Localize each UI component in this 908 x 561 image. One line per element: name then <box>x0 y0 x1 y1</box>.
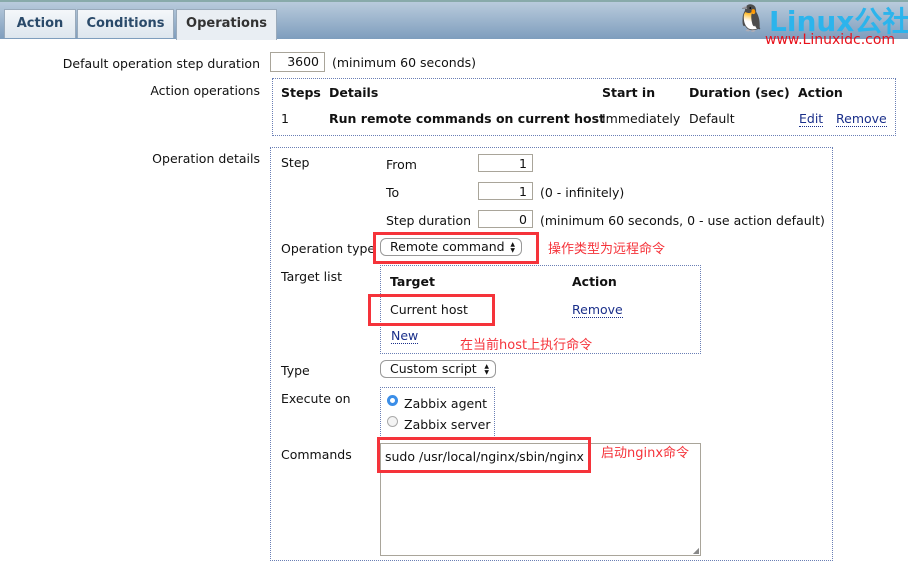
edit-link[interactable]: Edit <box>799 111 824 127</box>
default-step-label: Default operation step duration <box>62 56 260 71</box>
step-duration-input[interactable]: 0 <box>478 210 533 228</box>
to-hint: (0 - infinitely) <box>540 185 625 200</box>
highlight-box <box>368 294 495 326</box>
default-step-input[interactable]: 3600 <box>270 52 325 72</box>
row-duration: Default <box>689 111 735 126</box>
radio-zabbix-server[interactable] <box>387 416 398 427</box>
type-select[interactable]: Custom script ▲ ▼ <box>380 360 496 378</box>
col-details: Details <box>329 85 379 100</box>
step-duration-label: Step duration <box>386 213 472 228</box>
col-target: Target <box>390 274 435 289</box>
type-value: Custom script <box>390 361 477 376</box>
col-target-action: Action <box>572 274 617 289</box>
action-operations-table: Steps Details Start in Duration (sec) Ac… <box>272 78 896 136</box>
step-label: Step <box>281 155 310 170</box>
radio-zabbix-agent[interactable] <box>387 395 398 406</box>
zabbix-server-label: Zabbix server <box>404 417 491 432</box>
step-from-input[interactable]: 1 <box>478 154 533 172</box>
action-operations-label: Action operations <box>150 83 260 98</box>
logo: 🐧 Linux公社 www.Linuxidc.com <box>735 4 908 48</box>
execute-on-group: Zabbix agent Zabbix server <box>380 387 495 440</box>
tab-conditions[interactable]: Conditions <box>77 9 174 38</box>
remove-target-link[interactable]: Remove <box>572 302 623 318</box>
col-start-in: Start in <box>602 85 656 100</box>
tab-operations[interactable]: Operations <box>176 9 277 40</box>
zabbix-agent-label: Zabbix agent <box>404 396 488 411</box>
new-target-link[interactable]: New <box>391 328 419 344</box>
highlight-box <box>377 437 591 473</box>
commands-label: Commands <box>281 447 352 462</box>
col-duration: Duration (sec) <box>689 85 790 100</box>
from-label: From <box>386 157 417 172</box>
resize-handle-icon[interactable]: ◢ <box>693 546 699 555</box>
remove-link[interactable]: Remove <box>836 111 887 127</box>
col-action: Action <box>798 85 843 100</box>
operation-details-label: Operation details <box>152 151 260 166</box>
row-steps: 1 <box>281 111 289 126</box>
col-steps: Steps <box>281 85 321 100</box>
to-label: To <box>386 185 400 200</box>
default-step-hint: (minimum 60 seconds) <box>332 55 477 70</box>
annotation-op-type: 操作类型为远程命令 <box>548 242 666 257</box>
type-label: Type <box>281 363 310 378</box>
row-start-in: Immediately <box>602 111 681 126</box>
execute-on-label: Execute on <box>281 391 351 406</box>
tab-action[interactable]: Action <box>4 9 76 38</box>
penguin-icon: 🐧 <box>735 4 768 34</box>
operation-type-label: Operation type <box>281 241 376 256</box>
step-to-input[interactable]: 1 <box>478 182 533 200</box>
target-list-label: Target list <box>281 269 343 284</box>
annotation-commands: 启动nginx命令 <box>601 446 690 461</box>
row-details: Run remote commands on current host <box>329 111 606 126</box>
step-duration-hint: (minimum 60 seconds, 0 - use action defa… <box>540 213 825 228</box>
highlight-box <box>373 232 539 264</box>
annotation-target: 在当前host上执行命令 <box>460 338 593 353</box>
select-arrows-icon: ▲ ▼ <box>484 363 489 376</box>
